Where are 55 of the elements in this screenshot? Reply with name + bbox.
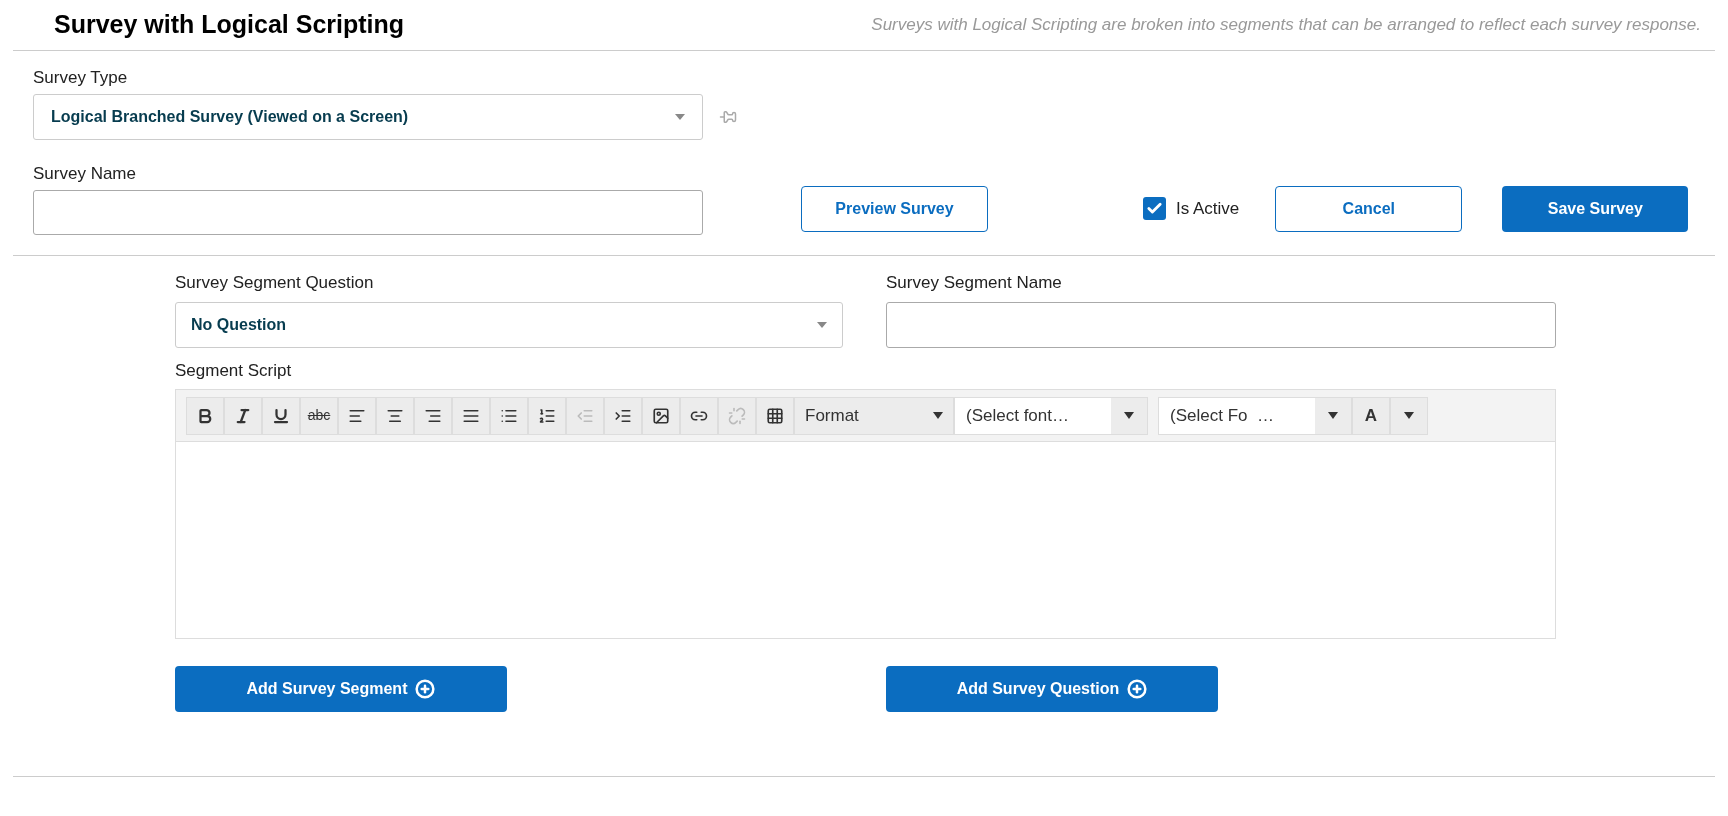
caret-icon[interactable] bbox=[1390, 396, 1428, 435]
toolbar-button[interactable] bbox=[414, 396, 452, 435]
text-color-button[interactable]: A bbox=[1352, 396, 1390, 435]
numbered-list-icon bbox=[538, 406, 556, 425]
unlink-icon bbox=[728, 406, 746, 425]
field-label: Survey Name bbox=[33, 162, 137, 185]
page-title: Survey with Logical Scripting bbox=[53, 9, 405, 41]
field-label: Survey Segment Question bbox=[175, 272, 375, 294]
toolbar-button[interactable] bbox=[490, 396, 528, 435]
plus-icon bbox=[1127, 679, 1148, 699]
field-label: Survey Type bbox=[33, 67, 129, 89]
toolbar-button[interactable] bbox=[680, 396, 718, 435]
toolbar-button[interactable] bbox=[376, 396, 414, 435]
field-label: Survey Segment Name bbox=[886, 272, 1063, 294]
cancel-button[interactable]: Cancel bbox=[1275, 185, 1463, 232]
checkbox-label: Is Active bbox=[1176, 197, 1240, 220]
checkbox[interactable] bbox=[1143, 197, 1166, 220]
add-segment-button[interactable]: Add Survey Segment bbox=[175, 666, 507, 712]
toolbar-button[interactable] bbox=[262, 396, 300, 435]
add-question-button[interactable]: Add Survey Question bbox=[886, 666, 1218, 712]
toolbar-dropdown[interactable]: Format bbox=[794, 396, 954, 435]
caret-icon bbox=[817, 321, 827, 328]
toolbar-button[interactable] bbox=[452, 396, 490, 435]
toolbar-dropdown[interactable]: (Select Fo … bbox=[1158, 396, 1352, 435]
preview-survey-button[interactable]: Preview Survey bbox=[801, 185, 988, 232]
dropdown-label: (Select Fo … bbox=[1169, 404, 1275, 427]
toolbar-button[interactable] bbox=[224, 396, 262, 435]
page-description: Surveys with Logical Scripting are broken into segments that can be arranged to reflect each survey response. bbox=[871, 14, 1701, 37]
toolbar-button[interactable] bbox=[186, 396, 224, 435]
dropdown-label: Format bbox=[805, 404, 859, 427]
toolbar-button[interactable] bbox=[756, 396, 794, 435]
caret-icon bbox=[1111, 397, 1147, 434]
field-label: Segment Script bbox=[175, 359, 293, 382]
segment-question-select[interactable]: No Question bbox=[175, 301, 843, 348]
check-icon bbox=[1146, 200, 1163, 217]
toolbar-button[interactable] bbox=[528, 396, 566, 435]
toolbar-button[interactable] bbox=[604, 396, 642, 435]
toolbar-button[interactable]: abc bbox=[300, 396, 338, 435]
caret-icon bbox=[1315, 397, 1351, 434]
image-icon bbox=[652, 406, 670, 425]
table-icon bbox=[766, 406, 784, 425]
toolbar-button[interactable] bbox=[642, 396, 680, 435]
caret-icon bbox=[933, 412, 943, 419]
toolbar-dropdown[interactable]: (Select font… bbox=[954, 396, 1148, 435]
bold-icon bbox=[196, 406, 214, 425]
plus-icon bbox=[415, 679, 436, 699]
italic-icon bbox=[234, 406, 252, 425]
underline-icon bbox=[272, 406, 290, 425]
survey-type-select[interactable]: Logical Branched Survey (Viewed on a Screen) bbox=[33, 93, 703, 140]
segment-name-field[interactable] bbox=[886, 301, 1556, 348]
toolbar-button[interactable] bbox=[338, 396, 376, 435]
save-survey-button[interactable]: Save Survey bbox=[1502, 185, 1689, 232]
caret-icon bbox=[675, 113, 685, 120]
survey-name-field[interactable] bbox=[33, 190, 703, 235]
dropdown-label: (Select font… bbox=[965, 404, 1070, 427]
